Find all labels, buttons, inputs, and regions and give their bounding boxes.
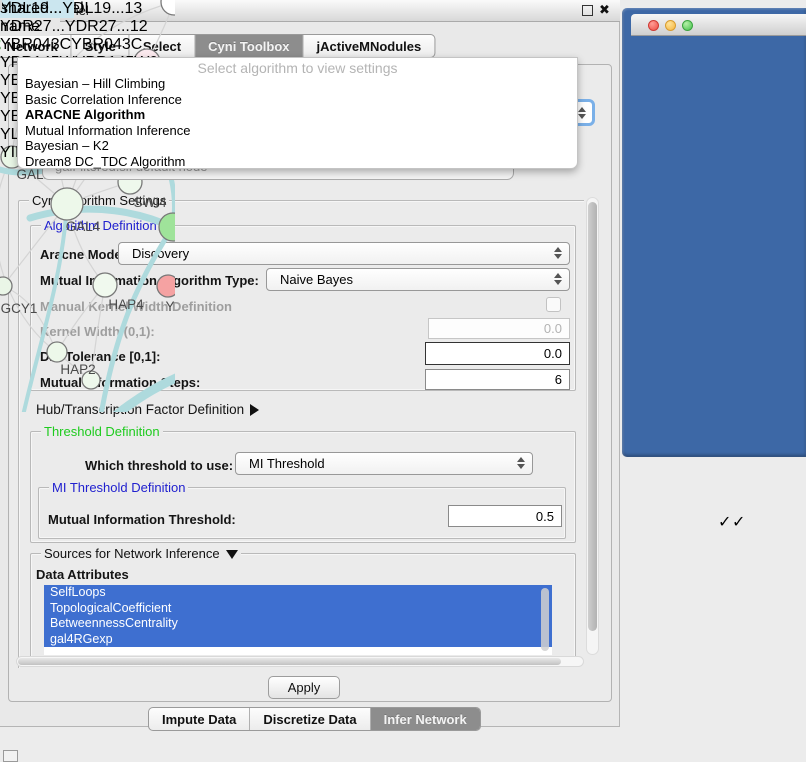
- data-attributes-list[interactable]: SelfLoopsTopologicalCoefficientBetweenne…: [44, 585, 552, 655]
- tab-jactivemnodules[interactable]: jActiveMNodules: [304, 35, 435, 57]
- tab-discretize-data[interactable]: Discretize Data: [250, 708, 370, 730]
- network-node-y[interactable]: [157, 275, 175, 297]
- network-node[interactable]: [161, 0, 175, 15]
- data-attribute-item[interactable]: TopologicalCoefficient: [44, 601, 552, 617]
- which-threshold-combobox[interactable]: MI Threshold: [235, 452, 533, 475]
- tab-infer-network[interactable]: Infer Network: [371, 708, 480, 730]
- network-edge[interactable]: [0, 157, 57, 352]
- spinner-arrows-icon: [554, 273, 562, 285]
- mi-threshold-value: 0.5: [536, 509, 554, 524]
- table-cell: YDL19...: [62, 0, 124, 17]
- algorithm-option[interactable]: Bayesian – K2: [18, 138, 577, 154]
- dpi-tolerance-field[interactable]: 0.0: [425, 342, 570, 365]
- kernel-width-field[interactable]: 0.0: [428, 318, 570, 339]
- which-threshold-label: Which threshold to use:: [85, 458, 233, 473]
- mi-algorithm-type-combobox[interactable]: Naive Bayes: [266, 268, 570, 291]
- apply-button[interactable]: Apply: [268, 676, 340, 699]
- network-window-titlebar[interactable]: [631, 14, 806, 36]
- tab-label: Discretize Data: [263, 712, 356, 727]
- algorithm-dropdown-placeholder: Select algorithm to view settings: [18, 58, 577, 76]
- table-cell: 13: [125, 0, 143, 17]
- network-node[interactable]: [159, 213, 175, 241]
- tab-label: Infer Network: [384, 712, 467, 727]
- table-row[interactable]: YBR043CYBR043C: [0, 36, 163, 54]
- dpi-tolerance-value: 0.0: [544, 346, 562, 361]
- which-threshold-value: MI Threshold: [249, 456, 325, 471]
- network-view-frame: [622, 8, 806, 457]
- threshold-definition-title: Threshold Definition: [41, 424, 163, 439]
- sources-title-text: Sources for Network Inference: [44, 546, 220, 561]
- algorithm-option[interactable]: ARACNE Algorithm: [18, 107, 577, 123]
- mi-steps-value: 6: [555, 372, 562, 387]
- tab-label: Cyni Toolbox: [208, 39, 289, 54]
- list-scrollbar[interactable]: [541, 588, 549, 651]
- network-node-hap4[interactable]: [93, 273, 117, 297]
- table-horizontal-scrollbar[interactable]: [0, 0, 2, 11]
- data-attributes-items: SelfLoopsTopologicalCoefficientBetweenne…: [44, 585, 552, 647]
- settings-vertical-scrollbar[interactable]: [586, 197, 599, 655]
- minimize-traffic-light-icon[interactable]: [665, 20, 676, 31]
- mi-threshold-label: Mutual Information Threshold:: [48, 512, 236, 527]
- spinner-arrows-icon: [578, 107, 586, 119]
- mi-threshold-field[interactable]: 0.5: [448, 505, 562, 527]
- network-node-label: GAL4: [66, 219, 101, 234]
- tab-label: Impute Data: [162, 712, 236, 727]
- network-node-gcy1[interactable]: [0, 277, 12, 295]
- zoom-traffic-light-icon[interactable]: [682, 20, 693, 31]
- table-row[interactable]: YDR27...YDR27...12: [0, 18, 163, 36]
- collapsed-arrow-icon: [250, 404, 259, 416]
- expanded-arrow-icon: [226, 550, 238, 559]
- data-attribute-item[interactable]: BetweennessCentrality: [44, 616, 552, 632]
- data-attribute-item[interactable]: gal4RGexp: [44, 632, 552, 648]
- network-node-label: HAP2: [60, 362, 95, 377]
- algorithm-option[interactable]: Bayesian – Hill Climbing: [18, 76, 577, 92]
- table-cell: YBR043C: [0, 36, 71, 53]
- dock-panel-icon[interactable]: [3, 750, 18, 762]
- apply-button-label: Apply: [288, 680, 321, 695]
- kernel-width-value: 0.0: [544, 321, 562, 336]
- table-cell: YDR27...: [65, 18, 130, 35]
- settings-horizontal-scrollbar[interactable]: [16, 656, 584, 667]
- float-window-icon[interactable]: [582, 5, 593, 16]
- close-icon[interactable]: ✖: [599, 2, 610, 18]
- algorithm-dropdown-items: Bayesian – Hill ClimbingBasic Correlatio…: [18, 76, 577, 170]
- manual-kernel-width-checkbox[interactable]: [546, 297, 561, 312]
- desktop: { "control_panel": { "title": "Control P…: [0, 0, 806, 762]
- mi-steps-field[interactable]: 6: [425, 369, 570, 390]
- network-node-label: SWI4: [133, 195, 166, 210]
- spinner-arrows-icon: [554, 247, 562, 259]
- cyni-bottom-tabs: Impute Data Discretize Data Infer Network: [148, 707, 481, 731]
- mi-threshold-definition-title: MI Threshold Definition: [49, 480, 188, 495]
- table-row[interactable]: YDL19...YDL19...13: [0, 0, 163, 18]
- network-node-label: Y: [165, 299, 174, 314]
- algorithm-option[interactable]: Dream8 DC_TDC Algorithm: [18, 154, 577, 170]
- tab-cyni-toolbox[interactable]: Cyni Toolbox: [195, 35, 303, 57]
- network-edge-highlighted[interactable]: [110, 372, 175, 412]
- table-cell: 12: [130, 18, 148, 35]
- tab-label: jActiveMNodules: [317, 39, 422, 54]
- data-attributes-label: Data Attributes: [36, 567, 129, 582]
- network-node-hap2[interactable]: [47, 342, 67, 362]
- table-cell: YDR27...: [0, 18, 65, 35]
- algorithm-dropdown-popup: Select algorithm to view settings Bayesi…: [17, 57, 578, 169]
- network-node-label: GCY1: [1, 301, 38, 316]
- table-cell: YDL19...: [0, 0, 62, 17]
- algorithm-option[interactable]: Mutual Information Inference: [18, 123, 577, 139]
- sources-group-title[interactable]: Sources for Network Inference: [41, 546, 241, 561]
- select-all-checked-icon[interactable]: ✓: [718, 512, 731, 532]
- network-edge-highlighted[interactable]: [30, 209, 175, 232]
- algorithm-option[interactable]: Basic Correlation Inference: [18, 92, 577, 108]
- select-all-checked-icon[interactable]: ✓: [732, 512, 745, 532]
- network-node-gal4[interactable]: [51, 188, 83, 220]
- table-cell: YBR043C: [71, 36, 142, 53]
- network-node-label: HAP4: [108, 297, 144, 312]
- mi-algorithm-type-value: Naive Bayes: [280, 272, 353, 287]
- close-traffic-light-icon[interactable]: [648, 20, 659, 31]
- aracne-mode-combobox[interactable]: Discovery: [118, 242, 570, 265]
- tab-impute-data[interactable]: Impute Data: [149, 708, 250, 730]
- spinner-arrows-icon: [517, 457, 525, 469]
- data-attribute-item[interactable]: SelfLoops: [44, 585, 552, 601]
